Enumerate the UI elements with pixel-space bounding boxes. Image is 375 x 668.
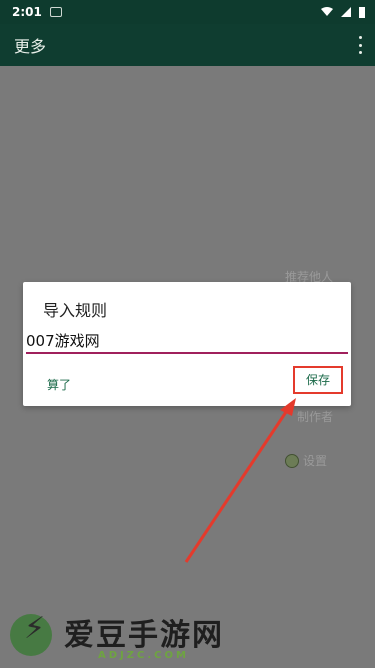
watermark-title: 爱豆手游网 <box>64 618 224 653</box>
watermark-url: ADJZC.COM <box>98 650 189 661</box>
watermark-logo: ⚡ <box>10 614 52 656</box>
annotation-arrow <box>184 398 296 563</box>
watermark: ⚡ 爱豆手游网 ADJZC.COM <box>0 604 375 668</box>
